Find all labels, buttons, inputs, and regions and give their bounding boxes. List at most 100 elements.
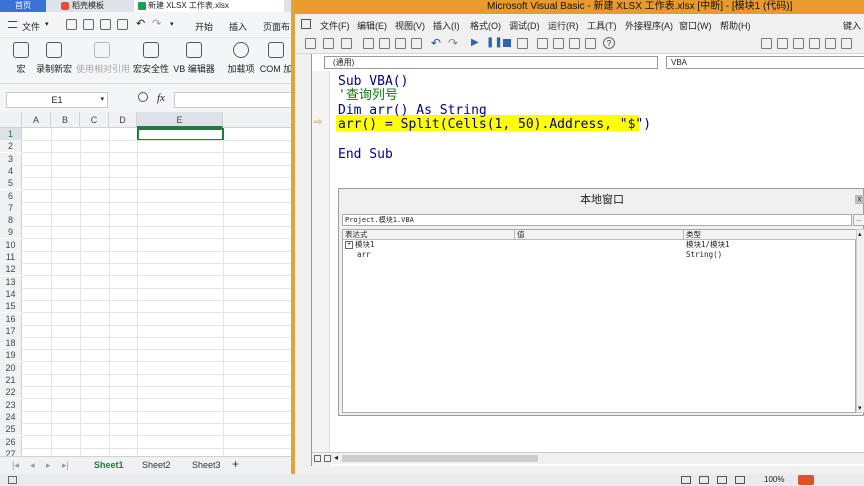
row-header[interactable]: 7 — [0, 201, 22, 214]
row-header[interactable]: 22 — [0, 386, 22, 399]
column-header-b[interactable]: B — [51, 112, 80, 128]
view-excel-icon[interactable] — [305, 38, 316, 49]
spreadsheet-grid[interactable]: A B C D E 1 2 3 4 5 6 7 8 9 10 11 12 13 14 15 16 17 18 19 2… — [0, 112, 295, 456]
indent-icon[interactable] — [777, 38, 788, 49]
vb-editor-button[interactable]: VB 编辑器 — [173, 42, 215, 75]
row-header[interactable]: 8 — [0, 214, 22, 227]
column-header-e[interactable]: E — [137, 112, 223, 128]
row-header[interactable]: 26 — [0, 435, 22, 448]
next-sheet-icon[interactable]: ▸ — [46, 460, 51, 471]
vbe-menu-run[interactable]: 运行(R) — [548, 19, 579, 32]
row-header[interactable]: 10 — [0, 238, 22, 251]
code-margin-indicator-bar[interactable] — [312, 71, 330, 466]
sheet-tab-sheet3[interactable]: Sheet3 — [192, 460, 221, 470]
relative-reference-button[interactable]: 使用相对引用 — [76, 42, 130, 75]
row-header[interactable]: 9 — [0, 226, 22, 239]
sheet-tab-sheet1[interactable]: Sheet1 — [94, 460, 124, 470]
properties-icon[interactable] — [553, 38, 564, 49]
help-icon[interactable]: ? — [603, 37, 615, 49]
page-break-view-icon[interactable] — [717, 476, 727, 484]
row-header[interactable]: 5 — [0, 177, 22, 190]
save-icon[interactable] — [341, 38, 352, 49]
row-header[interactable]: 12 — [0, 263, 22, 276]
formula-input[interactable] — [174, 92, 295, 108]
row-header[interactable]: 1 — [0, 128, 22, 140]
row-header[interactable]: 23 — [0, 398, 22, 411]
uncomment-block-icon[interactable] — [841, 38, 852, 49]
addins-button[interactable]: 加载项 — [226, 42, 256, 75]
com-addins-button[interactable]: COM 加 — [258, 42, 294, 75]
page-layout-view-icon[interactable] — [699, 476, 709, 484]
run-icon[interactable]: ▶ — [471, 37, 479, 48]
row-header[interactable]: 4 — [0, 164, 22, 177]
row-header[interactable]: 14 — [0, 287, 22, 300]
column-header-a[interactable]: A — [22, 112, 51, 128]
vbe-menu-view[interactable]: 视图(V) — [395, 19, 425, 32]
menu-file[interactable]: 文件 — [22, 20, 40, 33]
help-question-hint[interactable]: 键入 — [843, 19, 861, 32]
select-all-corner[interactable] — [0, 112, 22, 128]
menu-start[interactable]: 开始 — [195, 20, 213, 33]
column-header-d[interactable]: D — [109, 112, 137, 128]
scroll-down-icon[interactable]: ▾ — [858, 404, 862, 412]
record-macro-button[interactable]: 录制新宏 — [34, 42, 74, 75]
cut-icon[interactable] — [363, 38, 374, 49]
paste-icon[interactable] — [395, 38, 406, 49]
sheet-tab-sheet2[interactable]: Sheet2 — [142, 460, 171, 470]
locals-row-arr[interactable]: arr String() — [343, 250, 857, 260]
horizontal-scrollbar[interactable]: ◂ — [312, 452, 864, 464]
row-header[interactable]: 6 — [0, 189, 22, 202]
row-header[interactable]: 27 — [0, 447, 22, 456]
scroll-left-icon[interactable]: ◂ — [334, 453, 338, 462]
locals-list[interactable]: 表达式 值 类型 + 模块1 模块1/模块1 arr String() — [342, 229, 857, 413]
row-header[interactable]: 20 — [0, 361, 22, 374]
copy-icon[interactable] — [379, 38, 390, 49]
export-icon[interactable] — [83, 19, 94, 30]
procedure-view-icon[interactable] — [314, 455, 321, 462]
first-sheet-icon[interactable]: |◂ — [12, 460, 19, 471]
vbe-menu-file[interactable]: 文件(F) — [320, 19, 350, 32]
code-line-4[interactable]: arr() = Split(Cells(1, 50).Address, "$") — [338, 117, 651, 132]
add-sheet-button[interactable]: + — [232, 457, 239, 471]
code-line-1[interactable]: Sub VBA() — [338, 74, 408, 89]
fx-icon[interactable]: fx — [157, 92, 165, 104]
zoom-level[interactable]: 100% — [764, 475, 784, 484]
column-header-value[interactable]: 值 — [515, 230, 684, 240]
zoom-search-icon[interactable] — [138, 92, 148, 102]
close-icon[interactable]: x — [855, 195, 864, 204]
code-line-5[interactable]: End Sub — [338, 147, 393, 162]
print-preview-icon[interactable] — [117, 19, 128, 30]
vbe-menu-window[interactable]: 窗口(W) — [679, 19, 712, 32]
prev-sheet-icon[interactable]: ◂ — [30, 460, 35, 471]
menu-insert[interactable]: 插入 — [229, 20, 247, 33]
object-browser-icon[interactable] — [569, 38, 580, 49]
row-header[interactable]: 11 — [0, 251, 22, 263]
row-header[interactable]: 19 — [0, 349, 22, 362]
vbe-menu-edit[interactable]: 编辑(E) — [357, 19, 387, 32]
tab-workbook[interactable]: 新建 XLSX 工作表.xlsx — [134, 0, 284, 12]
redo-icon[interactable]: ↷ — [152, 17, 161, 30]
comment-block-icon[interactable] — [825, 38, 836, 49]
edit-toolbar-icon[interactable] — [761, 38, 772, 49]
row-header[interactable]: 13 — [0, 275, 22, 288]
column-header-type[interactable]: 类型 — [684, 230, 857, 240]
redo-icon[interactable]: ↷ — [448, 36, 458, 50]
macro-security-button[interactable]: 宏安全性 — [131, 42, 171, 75]
row-header[interactable]: 17 — [0, 324, 22, 337]
scroll-thumb[interactable] — [342, 455, 538, 462]
project-explorer-icon[interactable] — [537, 38, 548, 49]
row-header[interactable]: 15 — [0, 300, 22, 313]
menu-page-layout[interactable]: 页面布 — [263, 20, 290, 33]
outdent-icon[interactable] — [793, 38, 804, 49]
vertical-scrollbar[interactable]: ▴ ▾ — [856, 229, 864, 413]
last-sheet-icon[interactable]: ▸| — [62, 460, 69, 471]
row-header[interactable]: 18 — [0, 337, 22, 350]
reset-icon[interactable] — [503, 39, 511, 47]
print-icon[interactable] — [100, 19, 111, 30]
locals-row-module[interactable]: + 模块1 模块1/模块1 — [343, 240, 857, 250]
procedure-dropdown[interactable]: VBA — [666, 56, 864, 69]
save-icon[interactable] — [66, 19, 77, 30]
vbe-menu-addins[interactable]: 外接程序(A) — [625, 19, 673, 32]
tab-docer-templates[interactable]: 稻壳模板 — [58, 0, 126, 12]
tab-home[interactable]: 首页 — [0, 0, 46, 12]
